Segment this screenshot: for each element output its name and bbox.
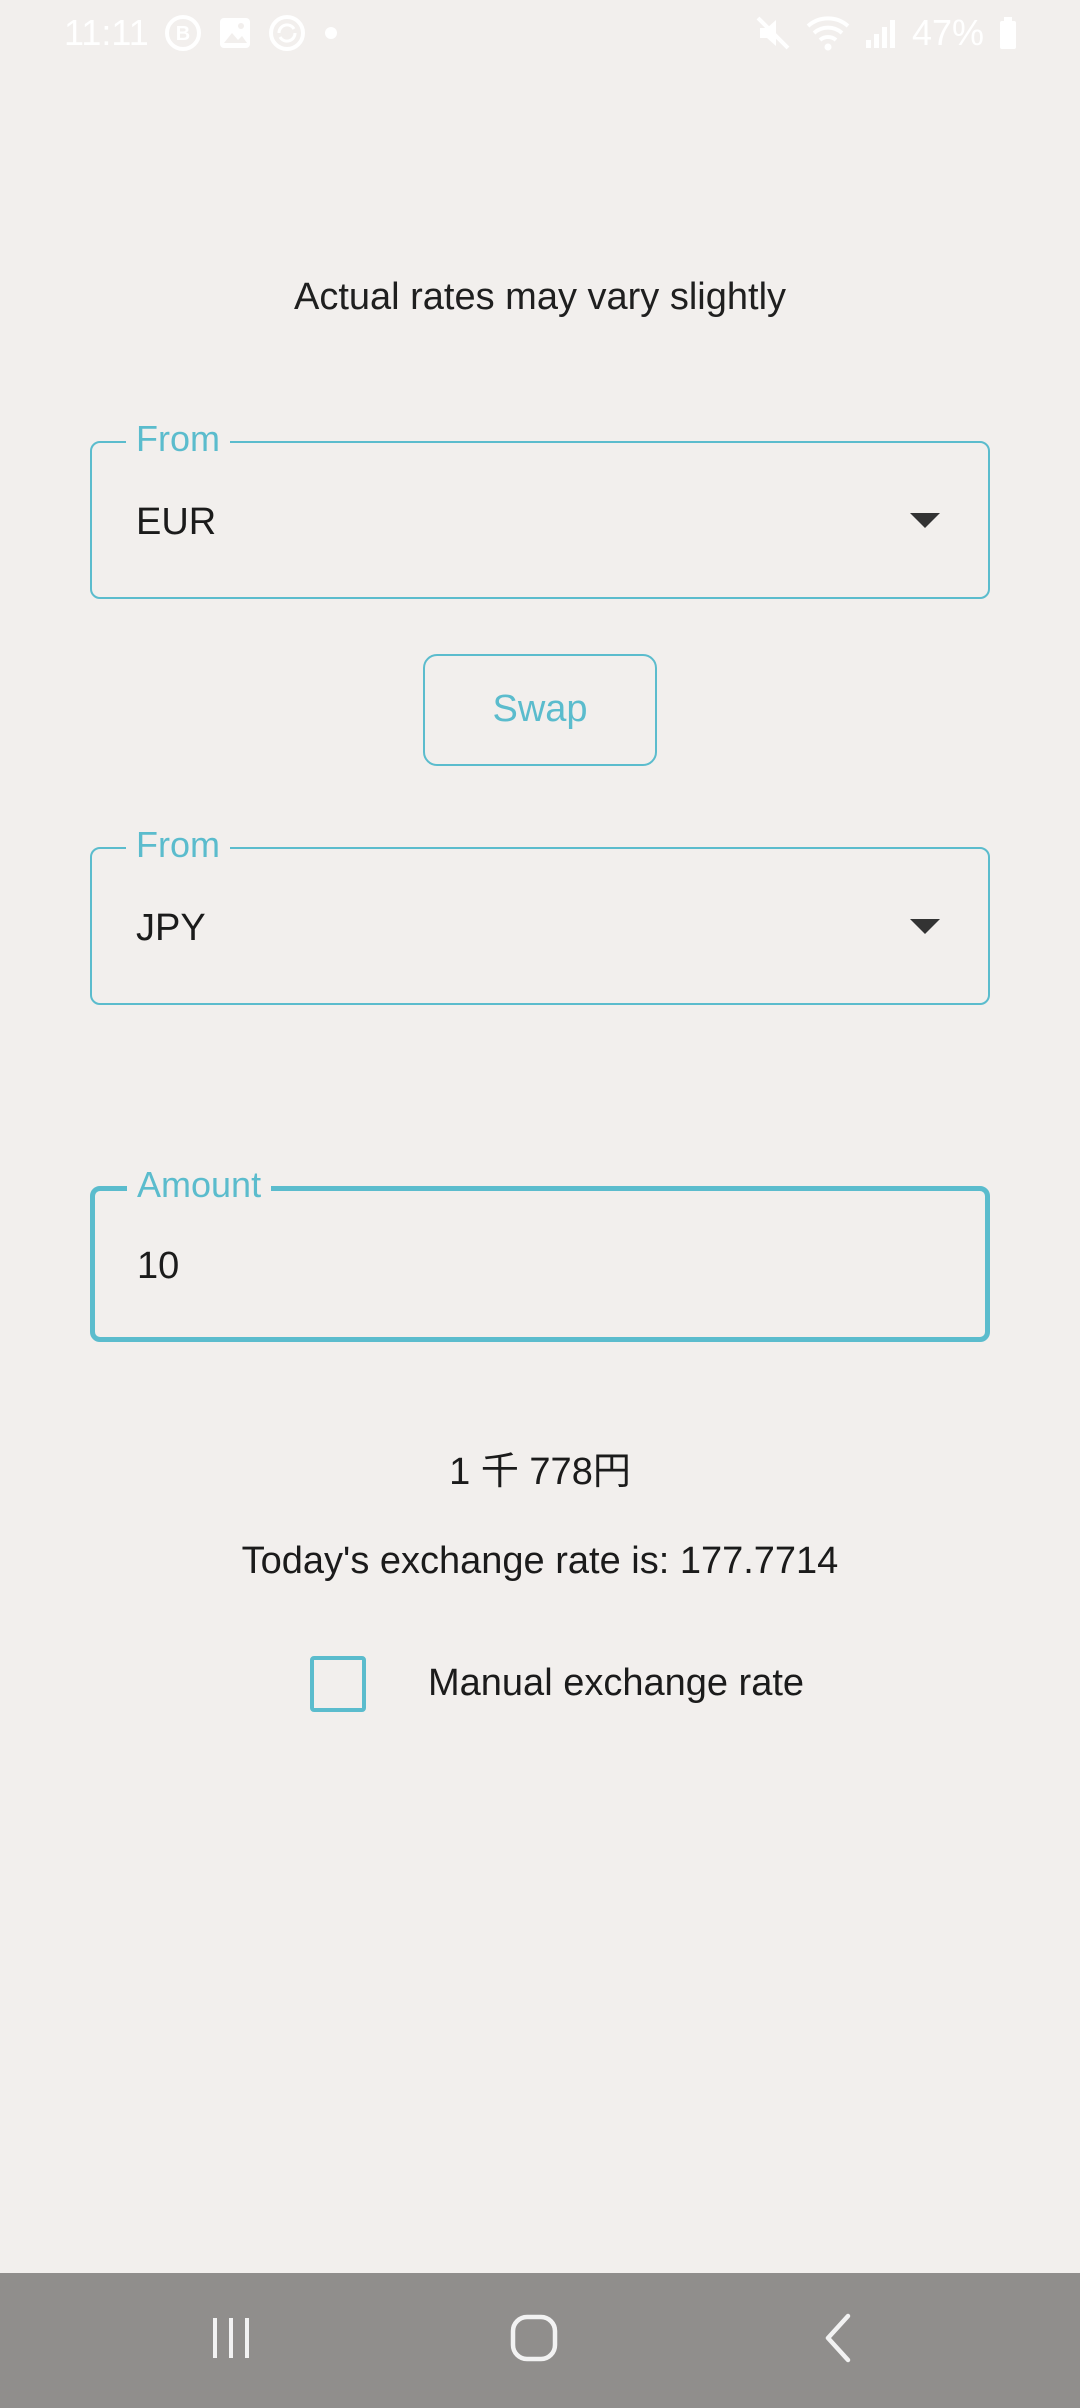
- from-currency-dropdown[interactable]: From EUR: [90, 419, 990, 599]
- home-icon: [508, 2312, 560, 2369]
- recents-button[interactable]: [151, 2273, 311, 2408]
- to-currency-label: From: [126, 825, 230, 865]
- dot-icon: [321, 23, 341, 43]
- image-icon: [217, 15, 253, 51]
- from-currency-label: From: [126, 419, 230, 459]
- amount-field[interactable]: Amount 10: [90, 1165, 990, 1342]
- status-left: 11:11 B: [64, 12, 341, 54]
- wifi-icon: [806, 14, 850, 52]
- manual-rate-row[interactable]: Manual exchange rate: [310, 1656, 830, 1712]
- recents-icon: [207, 2314, 255, 2367]
- rates-notice: Actual rates may vary slightly: [293, 276, 787, 318]
- chevron-down-icon: [910, 513, 940, 528]
- back-button[interactable]: [758, 2273, 918, 2408]
- signal-icon: [864, 16, 898, 50]
- conversion-result: 1 千 778円: [449, 1451, 631, 1493]
- b-circle-icon: B: [163, 13, 203, 53]
- amount-label: Amount: [127, 1165, 272, 1205]
- app-screen: 11:11 B 47% Actual rates may vary slight…: [0, 0, 1080, 2408]
- from-currency-value: EUR: [136, 501, 217, 543]
- mute-icon: [754, 14, 792, 52]
- swap-button[interactable]: Swap: [423, 654, 657, 766]
- to-currency-value: JPY: [136, 907, 206, 949]
- chevron-down-icon: [910, 919, 940, 934]
- sync-circle-icon: [267, 13, 307, 53]
- home-button[interactable]: [454, 2273, 614, 2408]
- manual-rate-label[interactable]: Manual exchange rate: [428, 1662, 804, 1705]
- to-currency-dropdown[interactable]: From JPY: [90, 825, 990, 1005]
- exchange-rate-text: Today's exchange rate is: 177.7714: [241, 1540, 839, 1582]
- manual-rate-checkbox[interactable]: [310, 1656, 366, 1712]
- battery-icon: [998, 16, 1018, 50]
- status-bar: 11:11 B 47%: [0, 0, 1080, 72]
- battery-text: 47%: [911, 12, 984, 53]
- svg-text:B: B: [176, 23, 190, 45]
- status-time: 11:11: [64, 12, 149, 53]
- navigation-bar: [0, 2273, 1080, 2408]
- amount-input[interactable]: 10: [137, 1245, 179, 1288]
- back-icon: [818, 2312, 858, 2369]
- status-right: 47%: [754, 12, 1018, 54]
